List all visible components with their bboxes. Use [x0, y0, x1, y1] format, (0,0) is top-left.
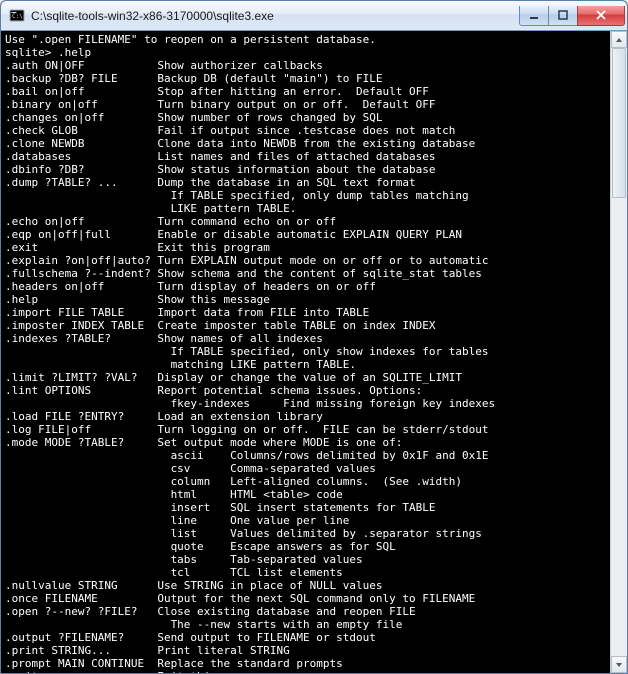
vertical-scrollbar[interactable] [610, 31, 627, 673]
maximize-button[interactable] [548, 6, 578, 26]
window-buttons [520, 6, 625, 26]
client-area: Use ".open FILENAME" to reopen on a pers… [1, 31, 627, 673]
window-title: C:\sqlite-tools-win32-x86-3170000\sqlite… [31, 9, 520, 23]
svg-text:C:\: C:\ [12, 13, 23, 20]
scroll-up-button[interactable] [611, 31, 627, 48]
minimize-button[interactable] [519, 6, 549, 26]
scroll-track[interactable] [611, 48, 627, 656]
application-window: C:\ C:\sqlite-tools-win32-x86-3170000\sq… [0, 0, 628, 674]
scroll-thumb[interactable] [612, 48, 626, 198]
terminal-output[interactable]: Use ".open FILENAME" to reopen on a pers… [1, 31, 610, 673]
app-icon: C:\ [9, 8, 25, 24]
titlebar[interactable]: C:\ C:\sqlite-tools-win32-x86-3170000\sq… [1, 1, 627, 31]
close-button[interactable] [577, 6, 625, 26]
scroll-down-button[interactable] [611, 656, 627, 673]
